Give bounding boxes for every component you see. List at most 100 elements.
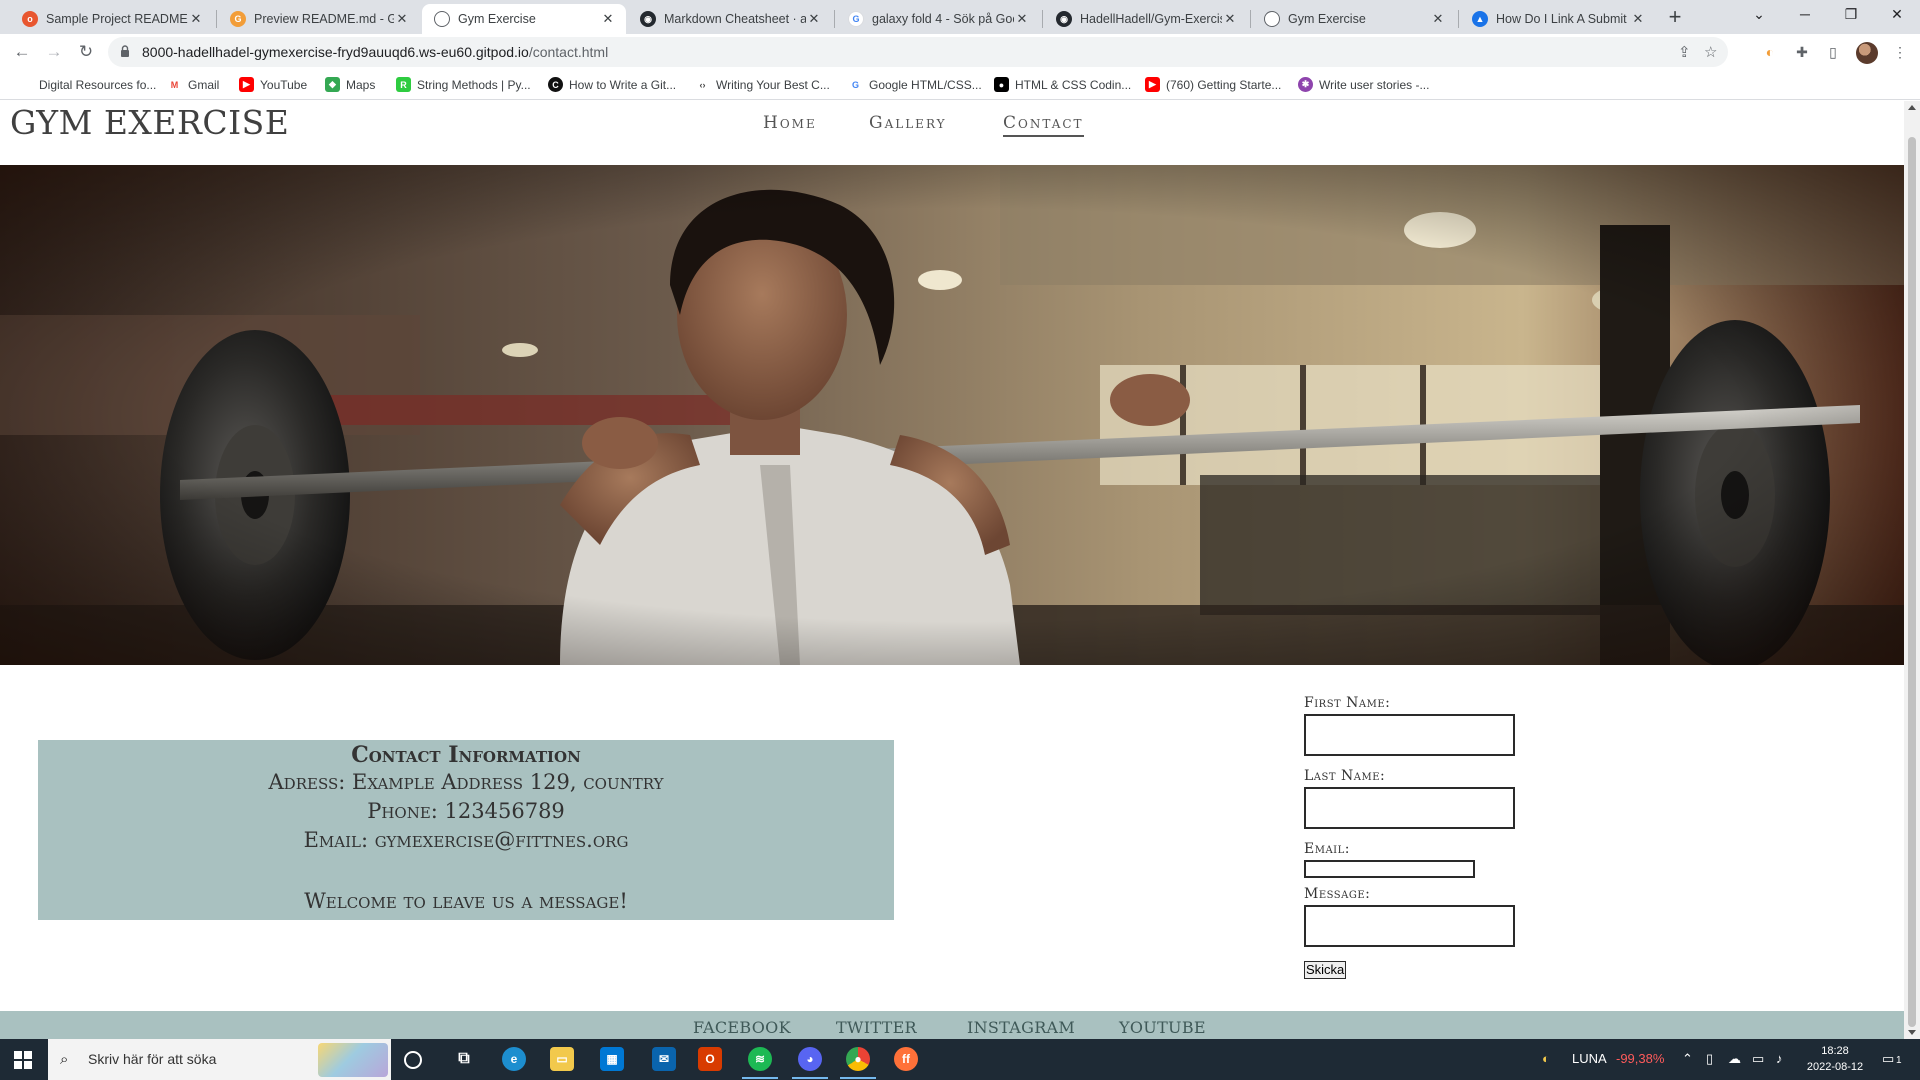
mail-icon[interactable]: ✉ xyxy=(652,1047,676,1071)
scroll-up-arrow-icon[interactable] xyxy=(1908,105,1916,110)
side-panel-icon[interactable]: ▯ xyxy=(1823,42,1843,62)
footer-link-instagram[interactable]: INSTAGRAM xyxy=(967,1018,1075,1037)
tab-search-chevron-icon[interactable]: ⌄ xyxy=(1736,0,1782,30)
scrollbar-thumb[interactable] xyxy=(1908,137,1916,1027)
close-icon[interactable]: ✕ xyxy=(1430,11,1446,27)
footer-link-twitter[interactable]: TWITTER xyxy=(836,1018,917,1037)
task-view-icon[interactable]: ⧉ xyxy=(452,1047,476,1071)
restore-icon[interactable]: ❐ xyxy=(1828,0,1874,30)
contact-form: First Name: Last Name: Email: Message: S… xyxy=(1304,695,1564,979)
tab-2[interactable]: Gym Exercise ✕ xyxy=(422,4,626,34)
extension-preview-icon[interactable]: ◐ xyxy=(1760,42,1780,62)
nav-home[interactable]: Home xyxy=(763,113,817,133)
submit-button[interactable]: Skicka xyxy=(1304,961,1347,979)
search-highlight-image xyxy=(318,1043,388,1077)
extensions-puzzle-icon[interactable]: ✚ xyxy=(1792,42,1812,62)
close-icon[interactable]: ✕ xyxy=(1014,11,1030,27)
share-icon[interactable]: ⇪ xyxy=(1678,43,1691,61)
contact-email: Email: gymexercise@fittnes.org xyxy=(303,828,629,852)
tab-3[interactable]: ◉ Markdown Cheatsheet · adam-p ✕ xyxy=(628,4,832,34)
edge-icon[interactable]: e xyxy=(502,1047,526,1071)
bookmark-item[interactable]: ✱ Write user stories -... xyxy=(1298,77,1429,92)
volume-icon[interactable]: ♪ xyxy=(1776,1051,1783,1066)
spotify-icon[interactable]: ≋ xyxy=(742,1047,778,1079)
close-icon[interactable]: ✕ xyxy=(1630,11,1646,27)
close-icon[interactable]: ✕ xyxy=(600,11,616,27)
page-scrollbar[interactable] xyxy=(1904,101,1920,1039)
address-bar[interactable]: 8000-hadellhadel-gymexercise-fryd9auuqd6… xyxy=(108,37,1728,67)
scroll-down-arrow-icon[interactable] xyxy=(1908,1030,1916,1035)
bookmark-label: String Methods | Py... xyxy=(417,77,531,92)
tray-chevron-icon[interactable]: ⌃ xyxy=(1682,1051,1693,1067)
new-tab-button[interactable]: + xyxy=(1661,4,1689,32)
network-icon[interactable]: ▭ xyxy=(1752,1051,1764,1067)
battery-icon[interactable]: ▯ xyxy=(1706,1051,1713,1067)
preview-icon: G xyxy=(230,11,246,27)
tab-title: Preview README.md - Gym xyxy=(254,12,394,26)
close-icon[interactable]: ✕ xyxy=(394,11,410,27)
tab-5[interactable]: ◉ HadellHadell/Gym-Exercise ✕ xyxy=(1044,4,1248,34)
bookmark-label: Google HTML/CSS... xyxy=(869,77,982,92)
file-explorer-icon[interactable]: ▭ xyxy=(550,1047,574,1071)
first-name-input[interactable] xyxy=(1304,714,1515,756)
bookmark-item[interactable]: M Gmail xyxy=(167,77,219,92)
weather-label: LUNA xyxy=(1572,1051,1607,1066)
menu-kebab-icon[interactable]: ⋮ xyxy=(1890,42,1910,62)
onedrive-icon[interactable]: ☁ xyxy=(1728,1051,1741,1067)
code-brackets-icon: ‹› xyxy=(695,77,710,92)
taskbar-search-box[interactable]: ⌕ Skriv här för att söka xyxy=(48,1039,391,1080)
browser-toolbar: ← → ↻ 8000-hadellhadel-gymexercise-fryd9… xyxy=(0,34,1920,70)
message-label: Message: xyxy=(1304,886,1371,902)
back-icon[interactable]: ← xyxy=(10,40,34,64)
site-logo[interactable]: GYM EXERCISE xyxy=(10,103,289,142)
maps-icon: ◆ xyxy=(325,77,340,92)
tab-1[interactable]: G Preview README.md - Gym ✕ xyxy=(218,4,420,34)
firefox-icon[interactable]: ff xyxy=(894,1047,918,1071)
tab-0[interactable]: o Sample Project README.md ✕ xyxy=(10,4,214,34)
store-icon[interactable]: ▦ xyxy=(600,1047,624,1071)
bookmark-item[interactable]: ▶ YouTube xyxy=(239,77,307,92)
reload-icon[interactable]: ↻ xyxy=(74,40,98,64)
github-icon: ◉ xyxy=(1056,11,1072,27)
office-icon[interactable]: O xyxy=(698,1047,722,1071)
profile-avatar[interactable] xyxy=(1856,42,1878,64)
tab-title: Markdown Cheatsheet · adam-p xyxy=(664,12,806,26)
chrome-icon[interactable]: ● xyxy=(840,1047,876,1079)
bookmark-item[interactable]: G Google HTML/CSS... xyxy=(848,77,982,92)
message-input[interactable] xyxy=(1304,905,1515,947)
bookmark-item[interactable]: ▶ (760) Getting Starte... xyxy=(1145,77,1281,92)
bookmark-item[interactable]: C How to Write a Git... xyxy=(548,77,676,92)
close-icon[interactable]: ✕ xyxy=(188,11,204,27)
email-input[interactable] xyxy=(1304,860,1475,878)
contact-address: Adress: Example Address 129, country xyxy=(268,770,664,794)
forward-icon[interactable]: → xyxy=(42,40,66,64)
bookmark-item[interactable]: ● HTML & CSS Codin... xyxy=(994,77,1131,92)
footer-link-youtube[interactable]: YOUTUBE xyxy=(1119,1018,1206,1037)
nav-contact[interactable]: Contact xyxy=(1003,113,1084,137)
minimize-icon[interactable]: ─ xyxy=(1782,0,1828,30)
cortana-icon[interactable] xyxy=(404,1051,422,1069)
contact-welcome: Welcome to leave us a message! xyxy=(304,889,628,913)
star-icon[interactable]: ☆ xyxy=(1704,43,1717,61)
footer-link-facebook[interactable]: FACEBOOK xyxy=(693,1018,791,1037)
tab-divider xyxy=(834,10,835,28)
nav-gallery[interactable]: Gallery xyxy=(869,113,947,133)
tab-7[interactable]: ▲ How Do I Link A Submit Button ✕ xyxy=(1460,4,1656,34)
email-label: Email: xyxy=(1304,841,1350,857)
window-close-icon[interactable]: ✕ xyxy=(1874,0,1920,30)
bookmark-item[interactable]: R String Methods | Py... xyxy=(396,77,531,92)
bookmark-item[interactable]: ◆ Maps xyxy=(325,77,375,92)
clock[interactable]: 18:28 2022-08-12 xyxy=(1800,1043,1870,1075)
discord-icon[interactable]: ◕ xyxy=(792,1047,828,1079)
tab-6[interactable]: Gym Exercise ✕ xyxy=(1252,4,1456,34)
notification-icon[interactable]: ▭ xyxy=(1882,1051,1894,1067)
bookmark-item[interactable]: Digital Resources fo... xyxy=(18,77,156,92)
bookmark-item[interactable]: ‹› Writing Your Best C... xyxy=(695,77,830,92)
windows-start-icon[interactable] xyxy=(14,1051,32,1069)
youtube-icon: ▶ xyxy=(239,77,254,92)
close-icon[interactable]: ✕ xyxy=(806,11,822,27)
gitpod-icon: o xyxy=(22,11,38,27)
tab-4[interactable]: G galaxy fold 4 - Sök på Google ✕ xyxy=(836,4,1040,34)
close-icon[interactable]: ✕ xyxy=(1222,11,1238,27)
last-name-input[interactable] xyxy=(1304,787,1515,829)
